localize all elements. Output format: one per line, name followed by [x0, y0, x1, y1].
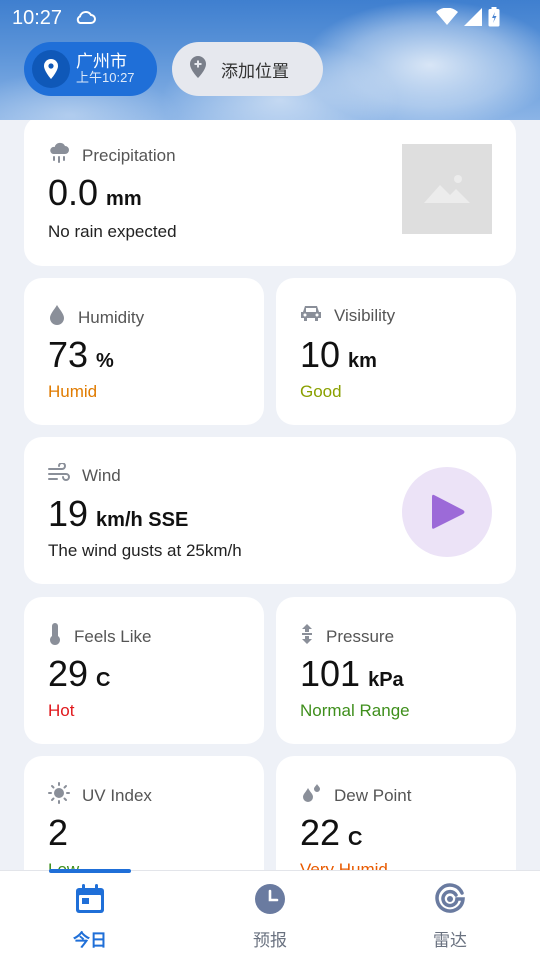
header: 10:27 广州市 上午10:27 添加位置	[0, 0, 540, 120]
calendar-icon	[74, 883, 106, 920]
clock-icon	[254, 883, 286, 920]
thermometer-icon	[48, 623, 62, 650]
tab-radar[interactable]: 雷达	[405, 883, 495, 951]
visibility-description: Good	[300, 382, 342, 401]
feels-like-unit: C	[96, 669, 111, 691]
radar-icon	[434, 883, 466, 920]
precipitation-value: 0.0	[48, 172, 99, 213]
cloud-status-icon	[74, 9, 96, 30]
pressure-unit: kPa	[368, 669, 404, 691]
car-icon	[300, 304, 322, 327]
wind-unit: km/h SSE	[96, 509, 189, 531]
dew-drops-icon	[300, 782, 322, 809]
location-time: 上午10:27	[76, 70, 135, 86]
sun-icon	[48, 782, 70, 809]
feels-like-description: Hot	[48, 701, 75, 720]
humidity-value: 73	[48, 334, 89, 375]
status-time: 10:27	[12, 7, 63, 29]
wind-icon	[48, 462, 70, 488]
uv-index-title: UV Index	[82, 785, 152, 805]
current-location-chip[interactable]: 广州市 上午10:27	[24, 42, 157, 96]
wifi-icon	[436, 7, 458, 31]
dew-point-card[interactable]: Dew Point 22 C Very Humid	[276, 756, 516, 870]
location-city: 广州市	[76, 51, 127, 71]
tab-forecast[interactable]: 预报	[225, 883, 315, 951]
tab-radar-label: 雷达	[433, 931, 467, 950]
humidity-card[interactable]: Humidity 73 % Humid	[24, 278, 264, 425]
active-tab-indicator	[49, 869, 131, 873]
pressure-card[interactable]: Pressure 101 kPa Normal Range	[276, 597, 516, 744]
dew-point-value: 22	[300, 812, 341, 853]
dew-point-title: Dew Point	[334, 785, 412, 805]
pressure-title: Pressure	[326, 626, 395, 646]
feels-like-value: 29	[48, 653, 89, 694]
tab-today-label: 今日	[73, 931, 107, 950]
precipitation-title: Precipitation	[82, 145, 176, 165]
wind-card[interactable]: Wind 19 km/h SSE The wind gusts at 25km/…	[24, 437, 516, 584]
visibility-value: 10	[300, 334, 341, 375]
add-location-button[interactable]: 添加位置	[172, 42, 323, 96]
uv-index-value: 2	[48, 812, 69, 853]
signal-icon	[464, 8, 482, 31]
add-location-icon	[189, 55, 207, 83]
visibility-card[interactable]: Visibility 10 km Good	[276, 278, 516, 425]
play-arrow-icon	[432, 494, 465, 529]
rain-cloud-icon	[48, 142, 70, 169]
precipitation-description: No rain expected	[48, 222, 177, 241]
location-pin-icon	[32, 50, 70, 88]
visibility-title: Visibility	[334, 305, 396, 325]
pressure-arrows-icon	[300, 623, 314, 650]
wind-description: The wind gusts at 25km/h	[48, 541, 242, 560]
pressure-description: Normal Range	[300, 701, 410, 720]
humidity-unit: %	[96, 350, 114, 372]
image-placeholder-icon	[424, 175, 470, 203]
humidity-title: Humidity	[78, 307, 145, 327]
wind-title: Wind	[82, 465, 121, 485]
feels-like-card[interactable]: Feels Like 29 C Hot	[24, 597, 264, 744]
humidity-description: Humid	[48, 382, 98, 401]
bottom-navigation: 今日 预报 雷达	[0, 869, 540, 960]
water-drop-icon	[48, 304, 66, 331]
precipitation-image-placeholder	[402, 144, 492, 234]
status-bar: 10:27	[0, 0, 540, 36]
precipitation-unit: mm	[106, 188, 142, 210]
wind-value: 19	[48, 493, 89, 534]
tab-today[interactable]: 今日	[45, 883, 135, 951]
dew-point-description: Very Humid	[300, 860, 388, 870]
weather-details[interactable]: Precipitation 0.0 mm No rain expected Hu…	[0, 120, 540, 870]
tab-forecast-label: 预报	[253, 931, 287, 950]
dew-point-unit: C	[348, 828, 363, 850]
wind-direction-button[interactable]	[402, 467, 492, 557]
uv-index-card[interactable]: UV Index 2 Low	[24, 756, 264, 870]
add-location-label: 添加位置	[221, 61, 289, 81]
pressure-value: 101	[300, 653, 361, 694]
feels-like-title: Feels Like	[74, 626, 152, 646]
precipitation-card[interactable]: Precipitation 0.0 mm No rain expected	[24, 120, 516, 266]
battery-icon	[488, 7, 500, 32]
visibility-unit: km	[348, 350, 377, 372]
